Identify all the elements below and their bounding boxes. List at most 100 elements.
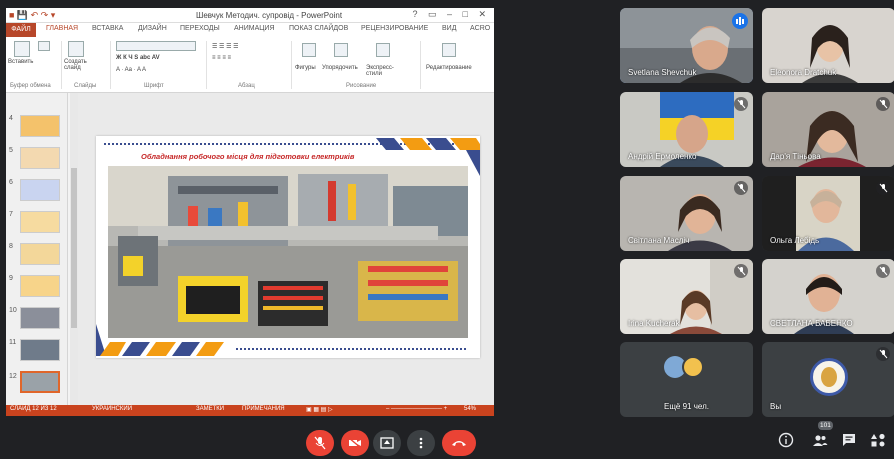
more-participants-tile[interactable]: Ещё 91 чел. (620, 342, 753, 417)
editing-button[interactable]: Редактирование (426, 65, 472, 71)
mic-toggle-button[interactable] (306, 430, 334, 456)
shapes-button[interactable]: Фигуры (295, 65, 316, 71)
participant-name: Андрій Ермоленко (628, 152, 697, 161)
slide-thumbnail[interactable] (20, 339, 60, 361)
group-drawing: Рисование (346, 83, 377, 89)
slide-counter: СЛАЙД 12 ИЗ 12 (10, 406, 57, 412)
mic-off-icon (734, 181, 748, 195)
present-icon (380, 437, 394, 449)
font-format-buttons[interactable]: Ж К Ч S abc AV (116, 55, 160, 61)
quick-access-toolbar[interactable]: ■ 💾 ↶ ↷ ▾ (9, 10, 55, 21)
zoom-slider[interactable]: – ──────────── + (386, 406, 447, 412)
ribbon-separator (61, 41, 62, 89)
participant-tile[interactable]: Світлана Масліч (620, 176, 753, 251)
thumb-number: 6 (9, 179, 13, 186)
slide-thumbnail[interactable] (20, 147, 60, 169)
thumb-number: 12 (9, 373, 17, 380)
align-buttons[interactable]: ≡ ≡ ≡ ≡ (212, 55, 231, 61)
participant-name: Svetlana Shevchuk (628, 68, 697, 77)
leave-call-button[interactable] (442, 430, 476, 456)
tab-view[interactable]: ВИД (442, 25, 456, 32)
slide-heading: Обладнання робочого місця для підготовки… (141, 152, 355, 161)
thumb-number: 7 (9, 211, 13, 218)
group-clipboard: Буфер обмена (10, 83, 51, 89)
tab-design[interactable]: ДИЗАЙН (138, 25, 167, 32)
tab-acrobat[interactable]: ACRO (470, 25, 490, 32)
slide-thumbnail[interactable] (20, 243, 60, 265)
participant-tile[interactable]: Eleonora Dratchuk (762, 8, 894, 83)
speaking-indicator-icon (732, 13, 748, 29)
language-indicator[interactable]: УКРАИНСКИЙ (92, 406, 132, 412)
quick-styles-button[interactable]: Экспресс-стили (366, 65, 402, 77)
self-name: Вы (770, 402, 782, 411)
group-paragraph: Абзац (238, 83, 255, 89)
current-slide[interactable]: Обладнання робочого місця для підготовки… (96, 136, 480, 358)
ribbon-separator (206, 41, 207, 89)
view-buttons[interactable]: ▣ ▦ ▤ ▷ (306, 406, 333, 413)
font-color-buttons[interactable]: A · Aa · A A (116, 67, 146, 73)
paste-button[interactable]: Вставить (8, 59, 33, 65)
ribbon-separator (110, 41, 111, 89)
present-button[interactable] (373, 430, 401, 456)
self-avatar (810, 358, 848, 396)
hangup-icon (452, 441, 466, 446)
new-slide-button[interactable]: Создать слайд (64, 59, 92, 71)
slide-editor: Обладнання робочого місця для підготовки… (78, 93, 494, 405)
participant-tile[interactable]: Ольга Лебідь (762, 176, 894, 251)
quick-styles-icon[interactable] (376, 43, 390, 57)
tab-home[interactable]: ГЛАВНАЯ (46, 25, 78, 32)
arrange-button[interactable]: Упорядочить (322, 65, 358, 71)
camera-toggle-button[interactable] (341, 430, 369, 456)
slide-thumbnail-selected[interactable] (20, 371, 60, 393)
new-slide-icon[interactable] (68, 41, 84, 57)
participant-tile[interactable]: Андрій Ермоленко (620, 92, 753, 167)
chat-icon[interactable] (841, 432, 857, 448)
scrollbar-thumb[interactable] (71, 168, 77, 328)
thumb-number: 8 (9, 243, 13, 250)
slide-stripes-bottom (96, 324, 224, 356)
slide-thumbnail[interactable] (20, 179, 60, 201)
people-icon[interactable] (812, 432, 828, 448)
notes-button[interactable]: ЗАМЕТКИ (196, 406, 224, 412)
participant-tile[interactable]: СВЕТЛАНА БАБЕНКО (762, 259, 894, 334)
slide-thumbnail[interactable] (20, 307, 60, 329)
slide-thumbnail[interactable] (20, 115, 60, 137)
comments-button[interactable]: ПРИМЕЧАНИЯ (242, 406, 285, 412)
slide-thumbnail[interactable] (20, 211, 60, 233)
participant-name: СВЕТЛАНА БАБЕНКО (770, 319, 853, 328)
mic-off-icon (734, 97, 748, 111)
tab-file[interactable]: ФАЙЛ (6, 23, 36, 37)
shapes-icon[interactable] (302, 43, 316, 57)
arrange-icon[interactable] (334, 43, 348, 57)
self-tile[interactable]: Вы (762, 342, 894, 417)
activities-icon[interactable] (870, 432, 886, 448)
tab-slideshow[interactable]: ПОКАЗ СЛАЙДОВ (289, 25, 348, 32)
zoom-level[interactable]: 54% (464, 406, 476, 412)
thumb-number: 9 (9, 275, 13, 282)
participant-tile[interactable]: Дар'я Тіньова (762, 92, 894, 167)
font-name-box[interactable] (116, 41, 196, 51)
ribbon-separator (291, 41, 292, 89)
participant-tile[interactable]: Irina Kucherak (620, 259, 753, 334)
meet-window: ■ 💾 ↶ ↷ ▾ Шевчук Методич. супровід - Pow… (0, 0, 894, 459)
tab-transitions[interactable]: ПЕРЕХОДЫ (180, 25, 220, 32)
more-options-button[interactable] (407, 430, 435, 456)
tab-review[interactable]: РЕЦЕНЗИРОВАНИЕ (361, 25, 428, 32)
meeting-controls-bar (0, 420, 894, 459)
cut-icon[interactable] (38, 41, 50, 51)
slide-thumbnail[interactable] (20, 275, 60, 297)
binoculars-icon[interactable] (442, 43, 456, 57)
participant-name: Дар'я Тіньова (770, 152, 821, 161)
tab-animation[interactable]: АНИМАЦИЯ (234, 25, 275, 32)
window-controls[interactable]: ? ▭ – □ ✕ (413, 9, 491, 20)
avatar-emblem (821, 367, 837, 387)
mic-off-icon (876, 181, 890, 195)
mic-off-icon (876, 97, 890, 111)
tab-insert[interactable]: ВСТАВКА (92, 25, 123, 32)
participant-tile[interactable]: Svetlana Shevchuk (620, 8, 753, 83)
paste-icon[interactable] (14, 41, 30, 57)
more-participants-label: Ещё 91 чел. (664, 402, 709, 411)
info-icon[interactable] (778, 432, 794, 448)
thumbnails-scrollbar[interactable] (70, 93, 78, 405)
paragraph-buttons[interactable]: ☰ ☰ ☰ ☰ (212, 43, 239, 50)
